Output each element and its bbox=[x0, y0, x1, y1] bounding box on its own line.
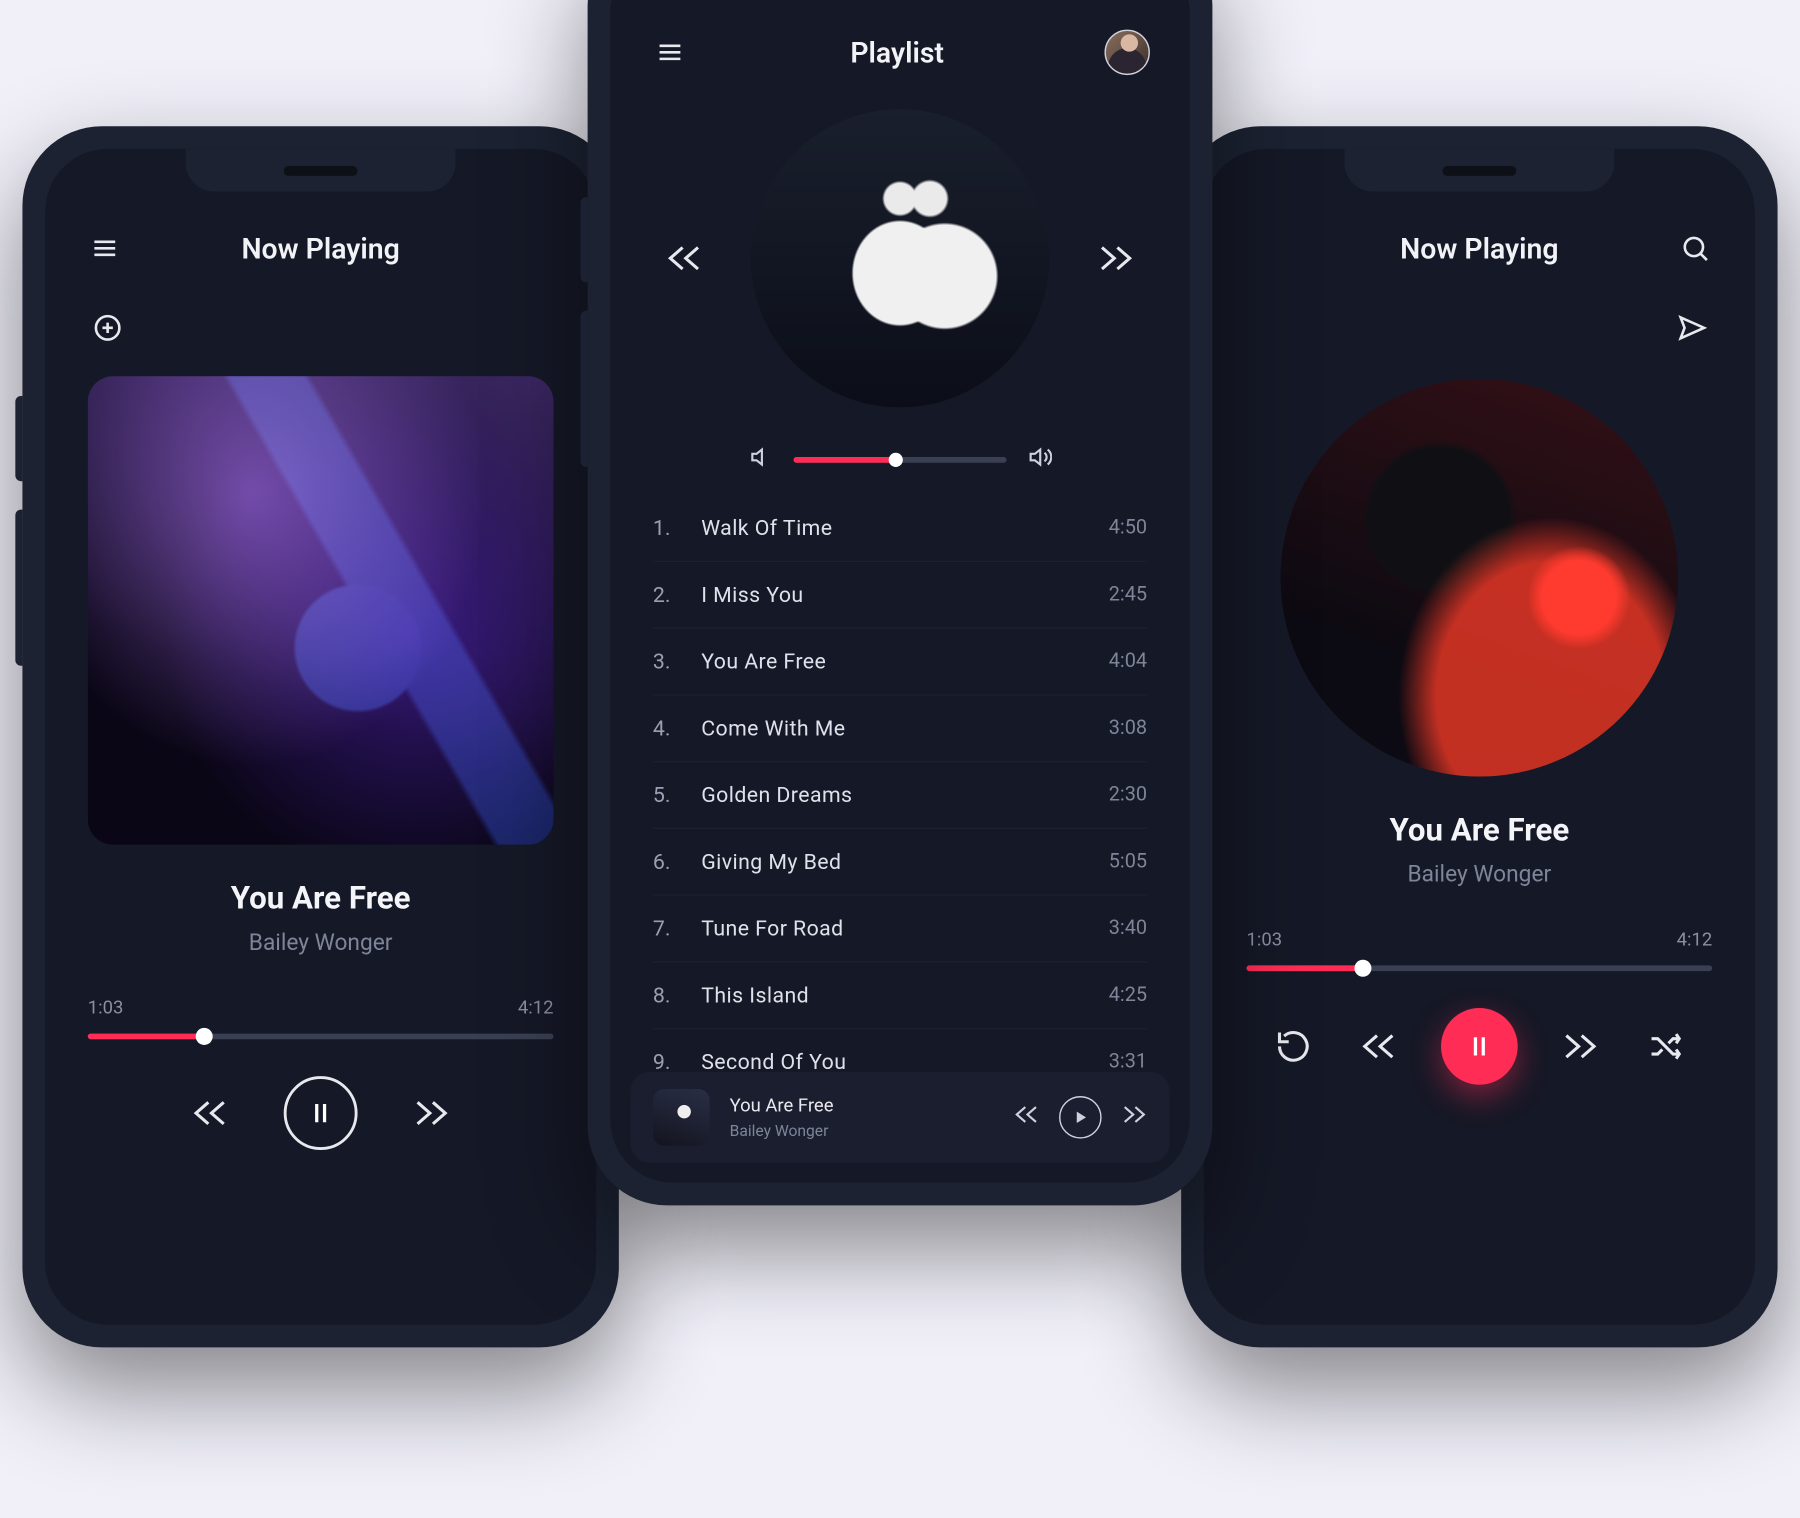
device-notch bbox=[186, 149, 456, 192]
menu-icon[interactable] bbox=[650, 32, 690, 72]
avatar[interactable] bbox=[1104, 30, 1149, 75]
phone-now-playing-circle: Now Playing You Are Free Bailey Wonger 1… bbox=[1181, 126, 1777, 1347]
track-row[interactable]: 5.Golden Dreams2:30 bbox=[653, 762, 1147, 829]
phone-playlist: Playlist bbox=[588, 0, 1213, 1205]
next-icon[interactable] bbox=[1093, 236, 1138, 281]
volume-low-icon[interactable] bbox=[748, 444, 774, 475]
previous-icon[interactable] bbox=[1356, 1024, 1401, 1069]
album-art bbox=[88, 376, 554, 845]
track-row[interactable]: 6.Giving My Bed5:05 bbox=[653, 829, 1147, 896]
send-icon[interactable] bbox=[1672, 308, 1712, 348]
track-list: 1.Walk Of Time4:50 2.I Miss You2:45 3.Yo… bbox=[610, 484, 1189, 1096]
time-total: 4:12 bbox=[518, 998, 554, 1019]
page-title: Playlist bbox=[850, 35, 944, 69]
mini-track-artist: Bailey Wonger bbox=[730, 1121, 994, 1139]
album-art bbox=[1281, 379, 1679, 777]
track-title: You Are Free bbox=[1204, 813, 1755, 849]
device-notch bbox=[1344, 149, 1614, 192]
time-total: 4:12 bbox=[1677, 930, 1713, 951]
track-row[interactable]: 3.You Are Free4:04 bbox=[653, 629, 1147, 696]
track-row[interactable]: 8.This Island4:25 bbox=[653, 963, 1147, 1030]
phone-now-playing-square: Now Playing You Are Free Bailey Wonger 1… bbox=[22, 126, 618, 1347]
page-title: Now Playing bbox=[1400, 231, 1558, 265]
search-icon[interactable] bbox=[1675, 228, 1715, 268]
track-artist: Bailey Wonger bbox=[45, 928, 596, 955]
track-row[interactable]: 1.Walk Of Time4:50 bbox=[653, 495, 1147, 562]
mini-track-title: You Are Free bbox=[730, 1095, 994, 1116]
track-title: You Are Free bbox=[45, 882, 596, 918]
add-icon[interactable] bbox=[88, 308, 128, 348]
pause-button[interactable] bbox=[1441, 1008, 1518, 1085]
mini-art bbox=[653, 1089, 710, 1146]
time-current: 1:03 bbox=[1246, 930, 1282, 951]
playlist-art bbox=[751, 109, 1049, 407]
track-row[interactable]: 2.I Miss You2:45 bbox=[653, 562, 1147, 629]
mini-play-button[interactable] bbox=[1059, 1096, 1102, 1139]
mini-next-icon[interactable] bbox=[1122, 1102, 1148, 1133]
volume-high-icon[interactable] bbox=[1026, 444, 1052, 475]
track-row[interactable]: 7.Tune For Road3:40 bbox=[653, 896, 1147, 963]
previous-icon[interactable] bbox=[661, 236, 706, 281]
previous-icon[interactable] bbox=[187, 1090, 232, 1135]
mini-player[interactable]: You Are Free Bailey Wonger bbox=[630, 1072, 1170, 1163]
page-title: Now Playing bbox=[241, 231, 399, 265]
mini-previous-icon[interactable] bbox=[1014, 1102, 1040, 1133]
pause-button[interactable] bbox=[284, 1076, 358, 1150]
repeat-icon[interactable] bbox=[1271, 1024, 1316, 1069]
progress-bar[interactable] bbox=[88, 1034, 554, 1040]
progress-bar[interactable] bbox=[1246, 965, 1712, 971]
time-current: 1:03 bbox=[88, 998, 124, 1019]
volume-slider[interactable] bbox=[794, 457, 1007, 463]
track-artist: Bailey Wonger bbox=[1204, 860, 1755, 887]
track-row[interactable]: 4.Come With Me3:08 bbox=[653, 696, 1147, 763]
next-icon[interactable] bbox=[409, 1090, 454, 1135]
shuffle-icon[interactable] bbox=[1643, 1024, 1688, 1069]
menu-icon[interactable] bbox=[85, 228, 125, 268]
next-icon[interactable] bbox=[1557, 1024, 1602, 1069]
